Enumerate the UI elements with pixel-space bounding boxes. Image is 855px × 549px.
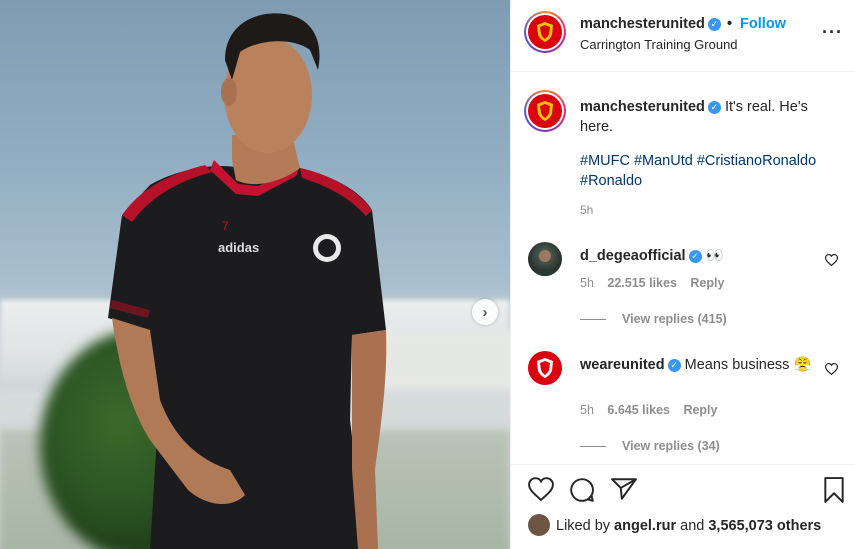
likes-summary[interactable]: Liked by angel.rur and 3,565,073 others	[528, 514, 821, 536]
view-replies-label: View replies (415)	[622, 312, 727, 326]
avatar[interactable]	[528, 242, 562, 276]
divider	[580, 319, 606, 321]
bookmark-icon[interactable]	[823, 477, 845, 508]
more-options-icon[interactable]: ···	[822, 22, 843, 43]
player-figure: adidas 7	[108, 13, 387, 549]
avatar[interactable]	[528, 514, 550, 536]
verified-badge-icon: ✓	[707, 18, 721, 31]
likes-prefix: Liked by	[556, 518, 611, 534]
club-crest-icon	[313, 234, 341, 262]
view-replies-button[interactable]: View replies (34)	[580, 439, 720, 453]
caption-hashtags[interactable]: #MUFC #ManUtd #CristianoRonaldo #Ronaldo	[580, 151, 830, 191]
svg-text:adidas: adidas	[218, 240, 259, 255]
view-replies-button[interactable]: View replies (415)	[580, 312, 727, 326]
comment-text: 👀	[705, 248, 724, 264]
comment-text: Means business 😤	[684, 357, 812, 373]
post-username[interactable]: manchesterunited	[580, 16, 705, 32]
svg-text:7: 7	[222, 219, 229, 233]
likes-count[interactable]: 3,565,073 others	[708, 518, 821, 534]
likes-conjunction: and	[680, 518, 705, 534]
heart-icon[interactable]	[824, 253, 839, 271]
heart-icon[interactable]	[824, 362, 839, 380]
follow-button[interactable]: Follow	[740, 16, 786, 32]
comment-username[interactable]: d_degeaofficial	[580, 248, 686, 264]
comment-likes[interactable]: 6.645 likes	[607, 403, 670, 417]
club-crest-icon	[528, 94, 562, 128]
post-location[interactable]: Carrington Training Ground	[580, 37, 738, 52]
club-crest-icon	[528, 15, 562, 49]
comment-username[interactable]: weareunited	[580, 357, 665, 373]
liked-by-user[interactable]: angel.rur	[614, 518, 676, 534]
avatar[interactable]	[524, 90, 566, 132]
comment-likes[interactable]: 22.515 likes	[607, 276, 677, 290]
avatar[interactable]	[524, 11, 566, 53]
reply-button[interactable]: Reply	[690, 276, 724, 290]
share-icon[interactable]	[611, 477, 637, 506]
divider	[580, 446, 606, 448]
comment-timestamp[interactable]: 5h	[580, 276, 594, 290]
post-sidebar: manchesterunited ✓ • Follow Carrington Tr…	[510, 0, 855, 549]
post-header: manchesterunited ✓ • Follow Carrington Tr…	[511, 0, 855, 72]
chevron-right-icon: ›	[482, 303, 488, 321]
carousel-next-button[interactable]: ›	[472, 299, 498, 325]
verified-badge-icon: ✓	[707, 101, 721, 114]
verified-badge-icon: ✓	[667, 359, 681, 372]
caption-timestamp[interactable]: 5h	[580, 203, 593, 217]
avatar[interactable]	[528, 351, 562, 385]
comment-icon[interactable]	[569, 477, 595, 508]
heart-icon[interactable]	[528, 477, 554, 506]
post-photo[interactable]: adidas 7 ›	[0, 0, 510, 549]
dot-separator: •	[726, 16, 733, 32]
club-crest-icon	[537, 358, 553, 378]
reply-button[interactable]: Reply	[683, 403, 717, 417]
comment-timestamp[interactable]: 5h	[580, 403, 594, 417]
caption-username[interactable]: manchesterunited	[580, 99, 705, 115]
action-bar: Liked by angel.rur and 3,565,073 others	[511, 464, 855, 549]
view-replies-label: View replies (34)	[622, 439, 720, 453]
verified-badge-icon: ✓	[688, 250, 702, 263]
